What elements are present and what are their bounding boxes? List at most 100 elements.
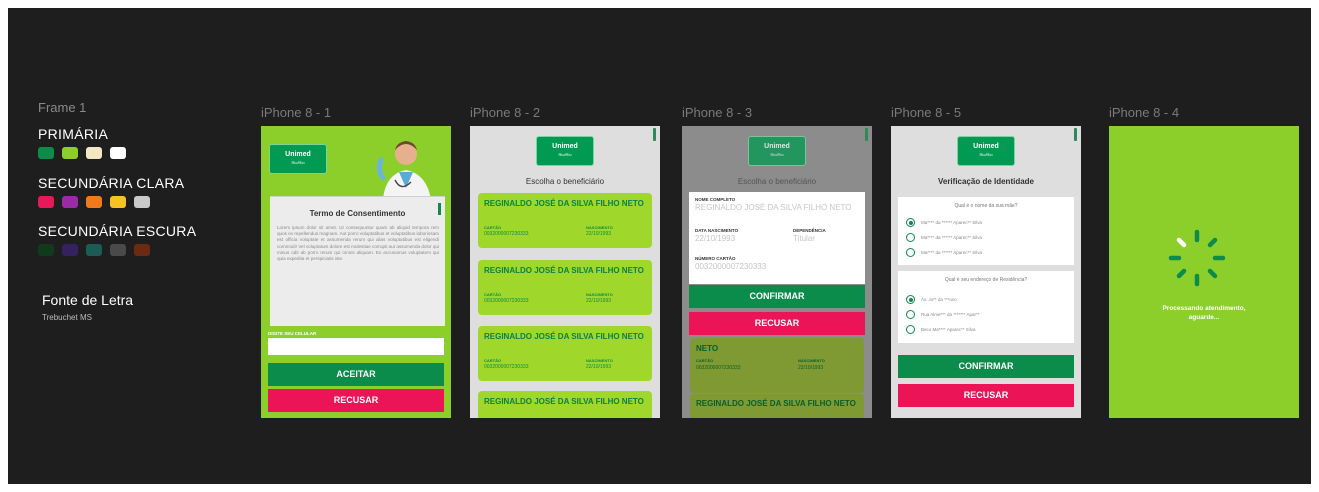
- beneficiary-name: REGINALDO JOSÉ DA SILVA FILHO NETO: [484, 266, 644, 275]
- color-swatch: [110, 196, 126, 208]
- answer-text: Av. Jo** da ***oso: [921, 297, 957, 302]
- answer-option[interactable]: Ma**** da ****** Aparec** Silva: [906, 233, 982, 242]
- beneficiary-card-dimmed: REGINALDO JOSÉ DA SILVA FILHO NETO: [690, 394, 864, 418]
- primary-swatches: [38, 147, 126, 159]
- color-swatch: [62, 147, 78, 159]
- primary-colors-heading: PRIMÁRIA: [38, 126, 109, 142]
- frame-label: Frame 1: [38, 100, 87, 115]
- full-name-value: REGINALDO JOSÉ DA SILVA FILHO NETO: [695, 203, 852, 212]
- refuse-button[interactable]: RECUSAR: [898, 384, 1074, 407]
- answer-text: Ma**** da ****** Aparec** Silva: [921, 220, 983, 225]
- card-value: 0032000007230333: [484, 231, 529, 237]
- color-swatch: [62, 244, 78, 256]
- phone-processing: Processando atendimento, aguarde...: [1109, 126, 1299, 418]
- logo-subtext: Rio/Rio: [770, 152, 784, 157]
- card-label: CARTÃO: [484, 358, 502, 363]
- font-heading: Fonte de Letra: [42, 292, 134, 308]
- logo-text: Unimed: [552, 143, 578, 150]
- phone-confirm-beneficiary: Unimed Rio/Rio Escolha o beneficiário NE…: [682, 126, 872, 418]
- refuse-button[interactable]: RECUSAR: [268, 389, 444, 412]
- frame-label-2: iPhone 8 - 2: [470, 105, 541, 120]
- question-card-address: Qual é seu endereço de Residência? Av. J…: [898, 271, 1074, 343]
- scrollbar[interactable]: [1074, 128, 1077, 141]
- answer-text: Rua Alme*** da ******* Apar**: [921, 312, 980, 317]
- color-swatch: [86, 196, 102, 208]
- frame-label-1: iPhone 8 - 1: [261, 105, 332, 120]
- secondary-dark-heading: SECUNDÁRIA ESCURA: [38, 223, 197, 239]
- dependency-label: DEPENDÊNCIA: [793, 228, 826, 233]
- radio[interactable]: [906, 248, 915, 257]
- beneficiary-name-tail: NETO: [696, 344, 719, 353]
- question-address: Qual é seu endereço de Residência?: [944, 277, 1028, 283]
- card-value: 0032000007230333: [484, 364, 529, 370]
- radio[interactable]: [906, 310, 915, 319]
- accept-button[interactable]: ACEITAR: [268, 363, 444, 386]
- beneficiary-card[interactable]: REGINALDO JOSÉ DA SILVA FILHO NETO CARTÃ…: [478, 193, 652, 248]
- consent-title: Termo de Consentimento: [309, 209, 406, 218]
- radio-selected[interactable]: [906, 295, 915, 304]
- confirm-button[interactable]: CONFIRMAR: [898, 355, 1074, 378]
- beneficiary-name: REGINALDO JOSÉ DA SILVA FILHO NETO: [484, 199, 644, 208]
- scrollbar[interactable]: [865, 128, 868, 141]
- confirm-button[interactable]: CONFIRMAR: [689, 285, 865, 308]
- frame-label-3: iPhone 8 - 3: [682, 105, 753, 120]
- refuse-button[interactable]: RECUSAR: [689, 312, 865, 335]
- color-swatch: [110, 244, 126, 256]
- card-number-label: NÚMERO CARTÃO: [695, 256, 736, 261]
- beneficiary-card[interactable]: REGINALDO JOSÉ DA SILVA FILHO NETO CARTÃ…: [478, 326, 652, 381]
- color-swatch: [134, 196, 150, 208]
- processing-line-1: Processando atendimento,: [1162, 305, 1246, 312]
- answer-option[interactable]: Rua Alme*** da ******* Apar**: [906, 310, 980, 319]
- logo-text: Unimed: [973, 143, 999, 150]
- logo-subtext: Rio/Rio: [979, 152, 993, 157]
- consent-card[interactable]: Termo de Consentimento Lorem ipsum dolor…: [270, 196, 445, 326]
- font-name: Trebuchet MS: [42, 313, 92, 322]
- doctor-illustration: [376, 141, 431, 200]
- card-value: 0032000007230333: [484, 298, 529, 304]
- phone-input[interactable]: [268, 338, 444, 355]
- logo-text: Unimed: [764, 143, 790, 150]
- color-swatch: [38, 196, 54, 208]
- beneficiary-card-dimmed: NETO CARTÃO NASCIMENTO 0032000007230333 …: [690, 338, 864, 393]
- radio[interactable]: [906, 233, 915, 242]
- screen-subtitle: Escolha o beneficiário: [737, 177, 817, 186]
- unimed-logo: Unimed Rio/Rio: [957, 136, 1015, 166]
- beneficiary-name: REGINALDO JOSÉ DA SILVA FILHO NETO: [484, 332, 644, 341]
- color-swatch: [38, 244, 54, 256]
- secondary-light-swatches: [38, 196, 150, 208]
- unimed-logo: Unimed Rio/Rio: [536, 136, 594, 166]
- card-label: CARTÃO: [696, 358, 714, 363]
- processing-line-2: aguarde...: [1188, 314, 1220, 321]
- birth-date-label: DATA NASCIMENTO: [695, 228, 739, 233]
- design-canvas: Frame 1 PRIMÁRIA SECUNDÁRIA CLARA SECUND…: [8, 8, 1311, 484]
- answer-option[interactable]: Ma**** da ****** Aparec** Silva: [906, 218, 982, 227]
- radio-selected[interactable]: [906, 218, 915, 227]
- verification-title: Verificação de Identidade: [937, 177, 1035, 186]
- unimed-logo: Unimed Rio/Rio: [269, 144, 327, 174]
- dependency-value: Titular: [793, 234, 815, 243]
- frame-label-5: iPhone 8 - 5: [891, 105, 962, 120]
- answer-option[interactable]: Av. Jo** da ***oso: [906, 295, 957, 304]
- question-card-mother: Qual é o nome da sua mãe? Ma**** da ****…: [898, 197, 1074, 265]
- beneficiary-card[interactable]: REGINALDO JOSÉ DA SILVA FILHO NETO CARTÃ…: [478, 260, 652, 315]
- answer-text: Ma**** da ****** Aparec** Silva: [921, 235, 983, 240]
- birth-value: 22/10/1993: [586, 364, 612, 370]
- phone-input-label: DIGITE SEU CELULAR: [268, 331, 317, 336]
- color-swatch: [62, 196, 78, 208]
- answer-option[interactable]: Ma**** da ****** Aparec** Silva: [906, 248, 982, 257]
- beneficiary-card[interactable]: REGINALDO JOSÉ DA SILVA FILHO NETO: [478, 391, 652, 418]
- birth-value: 22/10/1993: [586, 298, 612, 304]
- scrollbar[interactable]: [653, 128, 656, 141]
- answer-text: Ma**** da ****** Aparec** Silva: [921, 250, 983, 255]
- beneficiary-name: REGINALDO JOSÉ DA SILVA FILHO NETO: [484, 397, 644, 406]
- answer-option[interactable]: Beco Ma**** Aparec** Silva: [906, 325, 976, 334]
- color-swatch: [86, 244, 102, 256]
- secondary-light-heading: SECUNDÁRIA CLARA: [38, 175, 185, 191]
- phone-consent-screen: Unimed Rio/Rio Termo de Consentimento Lo…: [261, 126, 451, 418]
- unimed-logo: Unimed Rio/Rio: [748, 136, 806, 166]
- birth-label: NASCIMENTO: [586, 225, 613, 230]
- radio[interactable]: [906, 325, 915, 334]
- color-swatch: [38, 147, 54, 159]
- card-value: 0032000007230333: [696, 365, 741, 371]
- beneficiary-name: REGINALDO JOSÉ DA SILVA FILHO NETO: [696, 399, 856, 408]
